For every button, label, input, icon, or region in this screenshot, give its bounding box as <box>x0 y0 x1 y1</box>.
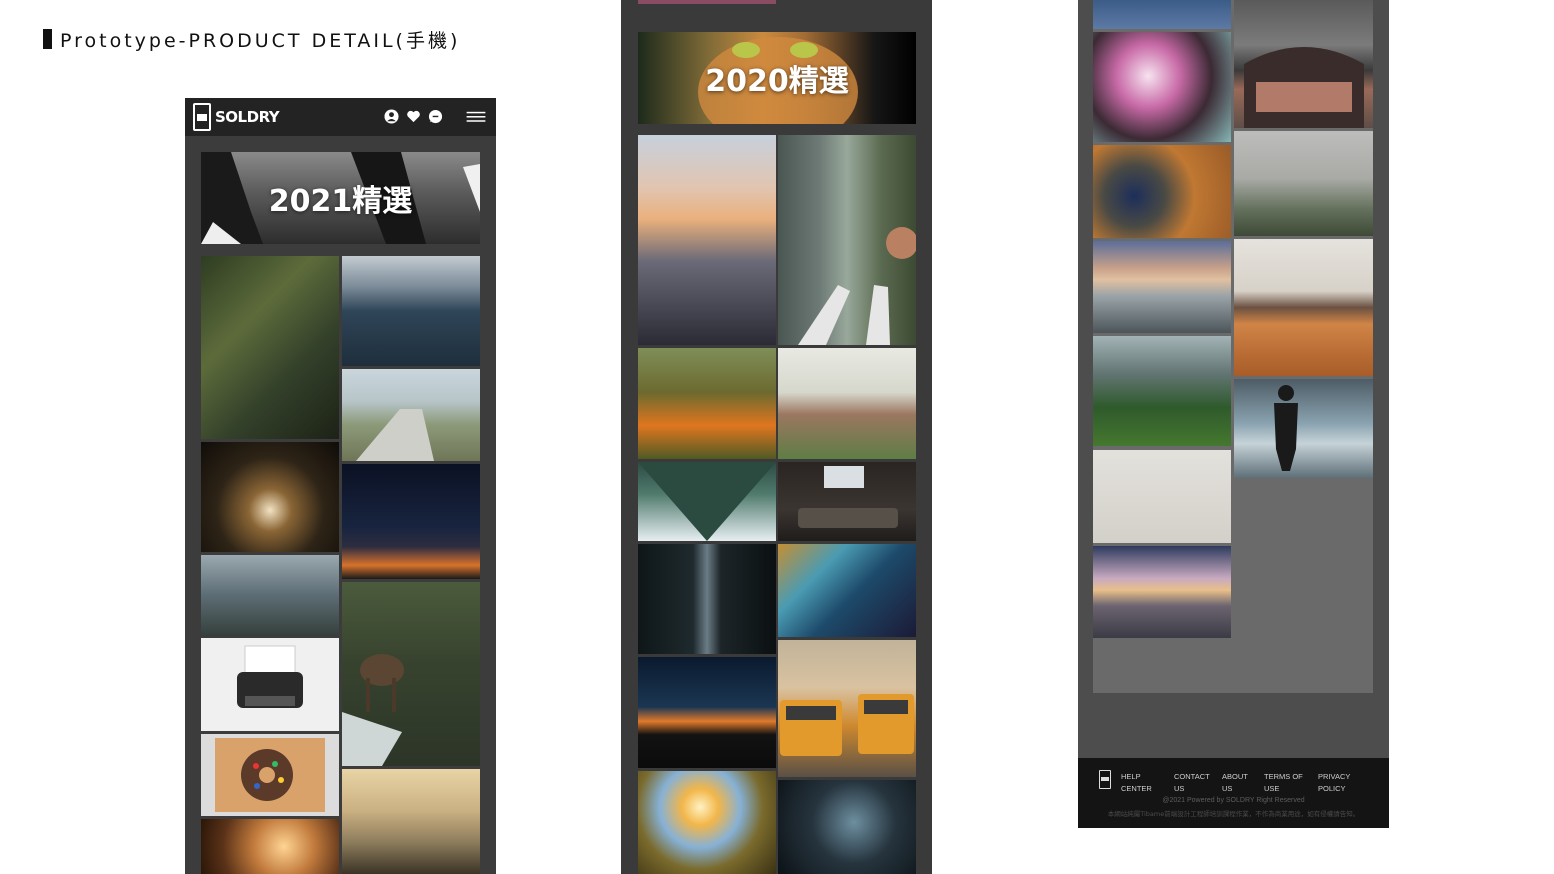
banner-2020[interactable]: 2020精選 <box>638 32 916 124</box>
phone-screen-1: SOLDRY 2021精選 <box>185 98 496 874</box>
photo-misty-mountain[interactable] <box>1234 131 1373 236</box>
deer-shape <box>342 654 404 766</box>
page-title-text: Prototype-PRODUCT DETAIL(手機) <box>60 29 461 52</box>
footer-link-privacy[interactable]: PRIVACY POLICY <box>1318 771 1350 795</box>
photo-aerial-desert[interactable] <box>1093 145 1231 238</box>
man-shape <box>1274 385 1298 471</box>
photo-man-fog[interactable] <box>1234 379 1373 478</box>
photo-bridge-under[interactable] <box>638 462 776 541</box>
photo-sun-field[interactable] <box>638 771 776 874</box>
photo-cut-top[interactable] <box>638 0 776 4</box>
photo-feet-rooftop[interactable] <box>778 135 916 345</box>
photo-tram[interactable] <box>778 640 916 777</box>
donut-shape <box>215 738 325 812</box>
photo-deer-forest[interactable] <box>342 582 480 766</box>
chat-icon[interactable] <box>428 109 443 124</box>
window-shape <box>798 466 898 528</box>
dome-shape <box>1244 47 1364 128</box>
heart-icon[interactable] <box>406 109 421 124</box>
photo-sky-cut[interactable] <box>1093 0 1231 29</box>
footer-link-contact[interactable]: CONTACT US <box>1174 771 1210 795</box>
photo-typewriter[interactable] <box>201 638 339 731</box>
footer-link-about[interactable]: ABOUT US <box>1222 771 1248 795</box>
footer-link-help[interactable]: HELP CENTER <box>1121 771 1152 795</box>
phone-screen-3: HELP CENTER CONTACT US ABOUT US TERMS OF… <box>1078 0 1389 828</box>
photo-night-horizon[interactable] <box>342 464 480 579</box>
photo-tunnel-light[interactable] <box>201 442 339 552</box>
photo-sunset-rocks[interactable] <box>638 135 776 345</box>
footer-copyright: @2021 Powered by SOLDRY Right Reserved <box>1162 797 1305 804</box>
photo-moss-tree[interactable] <box>201 256 339 439</box>
photo-reflection-jump[interactable] <box>1093 546 1231 638</box>
photo-sea-waves[interactable] <box>342 256 480 366</box>
banner-title: 2020精選 <box>705 64 849 99</box>
photo-beach-island[interactable] <box>1234 239 1373 376</box>
legs-shape <box>798 227 916 345</box>
banner-title: 2021精選 <box>268 184 413 219</box>
site-footer: HELP CENTER CONTACT US ABOUT US TERMS OF… <box>1078 758 1389 828</box>
photo-forks[interactable] <box>778 780 916 874</box>
menu-icon[interactable] <box>466 109 486 124</box>
photo-harbor-boat[interactable] <box>342 769 480 874</box>
photo-dusk-horizon[interactable] <box>638 657 776 768</box>
photo-boardwalk[interactable] <box>342 369 480 461</box>
typewriter-shape <box>237 645 303 708</box>
title-marker <box>43 29 52 49</box>
footer-link-terms[interactable]: TERMS OF USE <box>1264 771 1303 795</box>
logo-icon[interactable] <box>193 103 211 131</box>
photo-cn-tower[interactable] <box>638 544 776 654</box>
photo-bedroom[interactable] <box>778 462 916 541</box>
photo-donut[interactable] <box>201 734 339 816</box>
photo-green-hills[interactable] <box>1093 336 1231 446</box>
banner-2021[interactable]: 2021精選 <box>201 152 480 244</box>
boardwalk-shape <box>356 409 434 461</box>
brand-logo-text[interactable]: SOLDRY <box>215 108 280 126</box>
photo-field[interactable] <box>778 348 916 459</box>
footer-logo-icon[interactable] <box>1099 770 1111 789</box>
photo-aerial-coast[interactable] <box>778 544 916 637</box>
photo-foggy-sky[interactable] <box>1093 450 1231 543</box>
page-title: Prototype-PRODUCT DETAIL(手機) <box>43 28 461 52</box>
photo-tulips[interactable] <box>638 348 776 459</box>
user-icon[interactable] <box>384 109 399 124</box>
app-header: SOLDRY <box>185 98 496 136</box>
photo-calm-sea[interactable] <box>1093 241 1231 333</box>
footer-note: 本網站純屬Tibame前端設計工程師培訓課程作業，不作為商業用途，如有侵權請告知… <box>1107 810 1360 818</box>
photo-cherry-blossom[interactable] <box>1093 32 1231 142</box>
photo-sunset-couple[interactable] <box>201 819 339 874</box>
tram-shape <box>780 694 914 756</box>
photo-foggy-forest-rail[interactable] <box>201 555 339 635</box>
photo-architecture[interactable] <box>1234 0 1373 128</box>
phone-screen-2: 2020精選 <box>621 0 932 874</box>
bridge-shape <box>638 462 776 541</box>
